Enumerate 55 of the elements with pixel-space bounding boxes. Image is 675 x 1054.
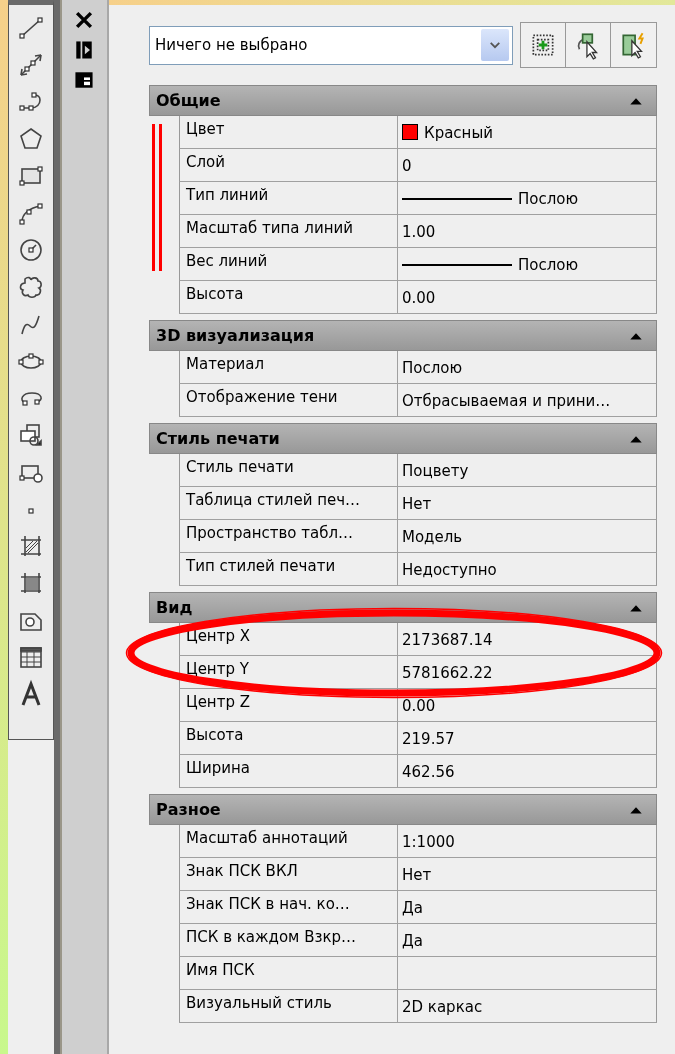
property-name: Масштаб типа линий [180,215,398,247]
property-name: Высота [180,281,398,313]
property-value[interactable]: Нет [398,858,656,890]
property-value[interactable]: 462.56 [398,755,656,787]
property-name: Знак ПСК в нач. ко… [180,891,398,923]
section-title: Общие [156,89,221,112]
property-name: Цвет [180,116,398,148]
section-header[interactable]: Разное [149,794,657,825]
property-value[interactable]: 1:1000 [398,825,656,857]
property-value[interactable]: Красный [398,116,656,148]
section-title: Разное [156,798,221,821]
property-value[interactable]: Послою [398,351,656,383]
property-name: Знак ПСК ВКЛ [180,858,398,890]
property-name: Ширина [180,755,398,787]
property-name: Таблица стилей печ… [180,487,398,519]
property-value[interactable]: Нет [398,487,656,519]
property-value[interactable]: 2173687.14 [398,623,656,655]
property-name: Центр X [180,623,398,655]
property-value[interactable]: Да [398,924,656,956]
property-name: Визуальный стиль [180,990,398,1022]
property-value[interactable]: 0.00 [398,689,656,721]
property-name: Вес линий [180,248,398,280]
section-header[interactable]: 3D визуализация [149,320,657,351]
property-value[interactable]: Послою [398,182,656,214]
property-value[interactable]: 2D каркас [398,990,656,1022]
property-name: Центр Z [180,689,398,721]
section-header[interactable]: Стиль печати [149,423,657,454]
property-name: Тип линий [180,182,398,214]
property-value[interactable]: Недоступно [398,553,656,585]
property-value[interactable]: 5781662.22 [398,656,656,688]
property-value[interactable]: 0 [398,149,656,181]
property-value[interactable]: 0.00 [398,281,656,313]
property-value[interactable]: 1.00 [398,215,656,247]
section-header[interactable]: Общие [149,85,657,116]
section-title: Вид [156,596,193,619]
property-name: Материал [180,351,398,383]
property-value[interactable]: Поцвету [398,454,656,486]
property-name: Высота [180,722,398,754]
selection-dropdown[interactable]: Ничего не выбрано [149,25,513,65]
property-name: Пространство табл… [180,520,398,552]
property-name: Масштаб аннотаций [180,825,398,857]
property-value[interactable]: Послою [398,248,656,280]
property-name: ПСК в каждом Взкр… [180,924,398,956]
section-title: Стиль печати [156,427,280,450]
property-value[interactable]: Да [398,891,656,923]
section-title: 3D визуализация [156,324,315,347]
property-value[interactable]: Отбрасываемая и прини… [398,384,656,416]
property-name: Стиль печати [180,454,398,486]
property-name: Тип стилей печати [180,553,398,585]
property-value[interactable]: Модель [398,520,656,552]
property-name: Отображение тени [180,384,398,416]
property-name: Слой [180,149,398,181]
property-value[interactable]: 219.57 [398,722,656,754]
property-name: Имя ПСК [180,957,398,989]
property-name: Центр Y [180,656,398,688]
